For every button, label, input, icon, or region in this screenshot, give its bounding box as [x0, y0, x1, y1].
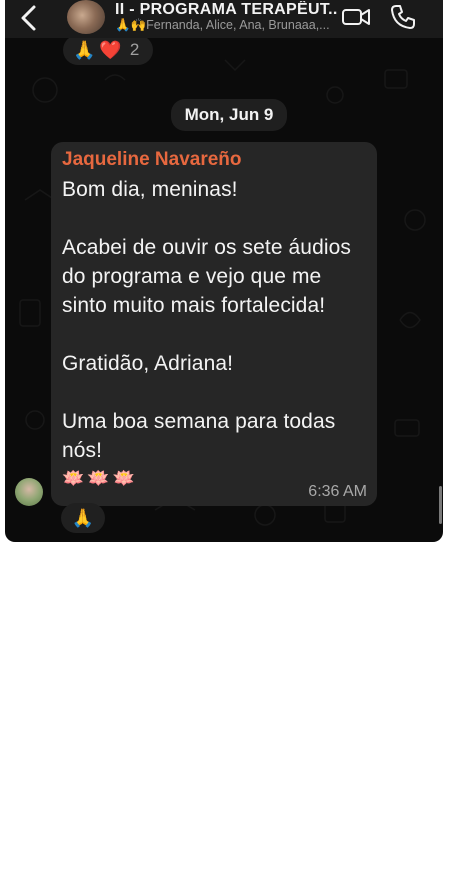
- reaction-summary-top[interactable]: 🙏 ❤️ 2: [63, 35, 153, 65]
- phone-call-icon[interactable]: [389, 3, 417, 31]
- message-timestamp: 6:36 AM: [308, 483, 367, 500]
- group-avatar[interactable]: [67, 0, 105, 34]
- chat-participants[interactable]: 🙏🙌Fernanda, Alice, Ana, Brunaaa,...: [115, 18, 337, 33]
- chat-screen: II - PROGRAMA TERAPÊUT... 🙏🙌Fernanda, Al…: [5, 0, 443, 542]
- message-bubble[interactable]: Jaqueline Navareño Bom dia, meninas! Aca…: [51, 142, 377, 506]
- heart-reaction: ❤️: [99, 40, 122, 60]
- back-chevron-icon[interactable]: [15, 4, 43, 32]
- message-text: Bom dia, meninas! Acabei de ouvir os set…: [62, 178, 352, 462]
- pray-reaction: 🙏: [73, 40, 96, 60]
- reaction-summary-bottom[interactable]: 🙏: [61, 503, 105, 533]
- scrollbar[interactable]: [439, 486, 442, 524]
- video-call-icon[interactable]: [341, 4, 371, 30]
- sender-avatar[interactable]: [15, 478, 43, 506]
- message-sender[interactable]: Jaqueline Navareño: [62, 148, 365, 172]
- date-separator: Mon, Jun 9: [171, 99, 287, 131]
- reaction-count: 2: [129, 40, 140, 59]
- chat-header: II - PROGRAMA TERAPÊUT... 🙏🙌Fernanda, Al…: [5, 0, 443, 38]
- chat-title[interactable]: II - PROGRAMA TERAPÊUT...: [115, 1, 337, 19]
